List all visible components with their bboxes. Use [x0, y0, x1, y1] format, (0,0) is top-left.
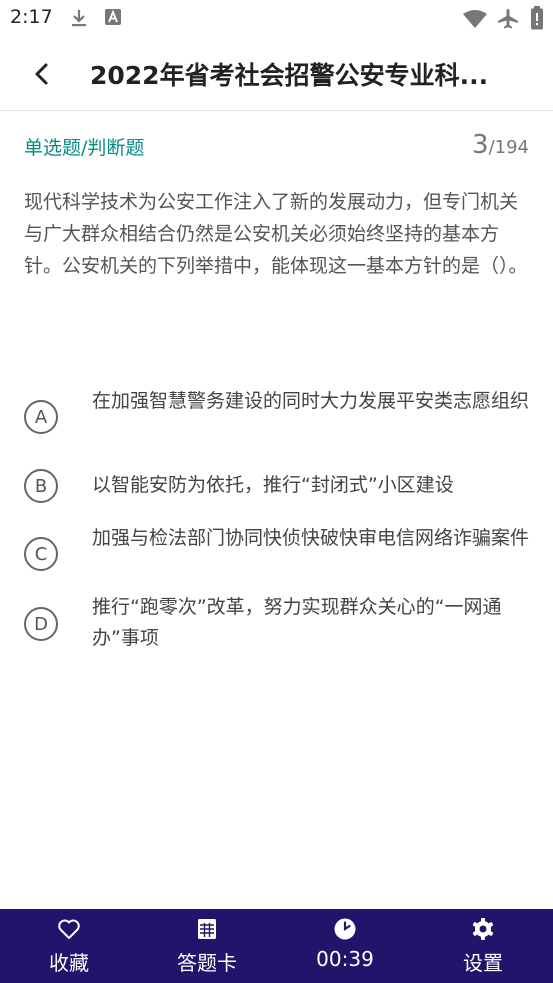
- battery-alert-icon: [531, 6, 543, 30]
- heart-icon: [58, 919, 80, 939]
- settings-label: 设置: [463, 951, 503, 975]
- option-letter-badge: A: [24, 400, 58, 434]
- option-d[interactable]: D 推行“跑零次”改革，努力实现群众关心的“一网通办”事项: [24, 592, 529, 656]
- question-type-label: 单选题/判断题: [24, 137, 145, 159]
- question-text: 现代科学技术为公安工作注入了新的发展动力，但专门机关与广大群众相结合仍然是公安机…: [24, 191, 528, 277]
- option-letter-badge: D: [24, 607, 58, 641]
- option-b[interactable]: B 以智能安防为依托，推行“封闭式”小区建设: [24, 469, 529, 509]
- app-notification-icon: [105, 9, 121, 25]
- answer-card-button[interactable]: 答题卡: [152, 909, 262, 983]
- app-bar: 2022年省考社会招警公安专业科...: [0, 38, 553, 111]
- favorite-button[interactable]: 收藏: [14, 909, 124, 983]
- status-time: 2:17: [10, 6, 53, 28]
- question-total-count: /194: [488, 137, 529, 158]
- timer-button[interactable]: 00:39: [290, 909, 400, 983]
- settings-button[interactable]: 设置: [428, 909, 538, 983]
- page-title: 2022年省考社会招警公安专业科...: [90, 61, 489, 90]
- option-text: 以智能安防为依托，推行“封闭式”小区建设: [92, 474, 454, 496]
- status-bar: 2:17: [0, 0, 553, 38]
- answer-card-label: 答题卡: [177, 951, 237, 975]
- option-text: 在加强智慧警务建设的同时大力发展平安类志愿组织: [92, 390, 530, 412]
- favorite-label: 收藏: [49, 951, 89, 975]
- option-c[interactable]: C 加强与检法部门协同快侦快破快审电信网络诈骗案件: [24, 523, 529, 587]
- wifi-icon: [463, 10, 487, 28]
- option-a[interactable]: A 在加强智慧警务建设的同时大力发展平安类志愿组织: [24, 386, 529, 450]
- question-counter: 3/194: [472, 130, 529, 160]
- question-current-number: 3: [472, 130, 489, 160]
- timer-label: 00:39: [316, 947, 374, 971]
- bottom-toolbar: 收藏 答题卡 00:39 设置: [0, 909, 553, 983]
- download-icon: [72, 10, 86, 27]
- option-letter-badge: B: [24, 469, 58, 503]
- airplane-icon: [498, 9, 518, 29]
- option-letter-badge: C: [24, 537, 58, 571]
- back-arrow-icon[interactable]: [28, 60, 56, 88]
- option-text: 推行“跑零次”改革，努力实现群众关心的“一网通办”事项: [92, 596, 502, 649]
- gear-icon: [472, 918, 494, 940]
- grid-card-icon: [198, 919, 216, 939]
- clock-icon: [334, 918, 356, 940]
- option-text: 加强与检法部门协同快侦快破快审电信网络诈骗案件: [92, 527, 530, 549]
